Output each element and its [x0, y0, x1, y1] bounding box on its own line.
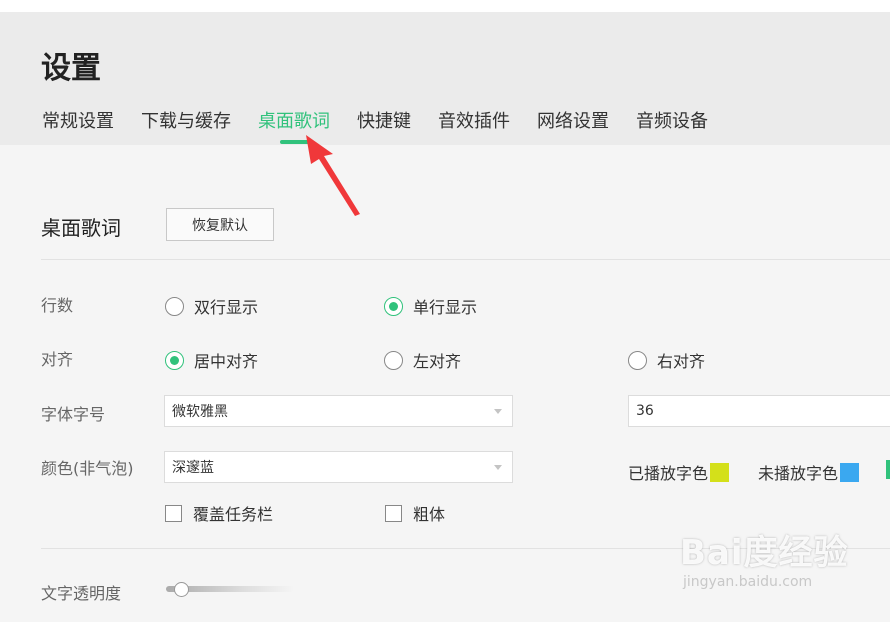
checkbox-icon [165, 504, 182, 522]
radio-checked-icon [165, 350, 184, 370]
tab-download-cache[interactable]: 下载与缓存 [141, 107, 231, 133]
played-color-label: 已播放字色 [628, 464, 709, 483]
radio-single-line[interactable]: 单行显示 [384, 294, 477, 318]
annotation-arrow-icon [306, 135, 360, 216]
radio-align-right[interactable]: 右对齐 [628, 348, 705, 372]
played-color-item: 已播放字色 [628, 460, 730, 484]
checkbox-bold[interactable]: 粗体 [385, 501, 445, 525]
played-color-swatch[interactable] [710, 462, 730, 482]
radio-circle-icon [384, 350, 403, 370]
radio-label: 居中对齐 [194, 352, 259, 371]
tab-network[interactable]: 网络设置 [537, 107, 609, 133]
tab-audio-device[interactable]: 音频设备 [636, 107, 708, 133]
checkbox-label: 粗体 [413, 505, 446, 524]
radio-label: 双行显示 [194, 298, 259, 317]
color-scheme-value: 深邃蓝 [172, 460, 214, 476]
radio-circle-icon [628, 350, 647, 370]
unplayed-color-item: 未播放字色 [758, 460, 860, 484]
radio-double-line[interactable]: 双行显示 [165, 294, 258, 318]
unplayed-color-swatch[interactable] [840, 462, 860, 482]
watermark: Bai度经验 jingyan.baidu.com [680, 525, 849, 590]
chevron-down-icon [494, 465, 502, 470]
watermark-logo: Bai度经验 [680, 533, 849, 573]
extra-color-swatch[interactable] [886, 460, 890, 479]
radio-label: 左对齐 [413, 352, 462, 371]
font-size-value: 36 [636, 403, 654, 419]
radio-label: 单行显示 [413, 298, 478, 317]
section-title: 桌面歌词 [41, 216, 121, 240]
radio-label: 右对齐 [657, 352, 706, 371]
chevron-down-icon [494, 409, 502, 414]
unplayed-color-label: 未播放字色 [758, 464, 839, 483]
opacity-label: 文字透明度 [41, 584, 122, 603]
checkbox-label: 覆盖任务栏 [193, 505, 274, 524]
radio-checked-icon [384, 296, 403, 316]
align-label: 对齐 [41, 350, 74, 369]
color-label: 颜色(非气泡) [41, 459, 134, 478]
radio-circle-icon [165, 296, 184, 316]
radio-align-left[interactable]: 左对齐 [384, 348, 461, 372]
font-family-value: 微软雅黑 [172, 404, 228, 420]
lines-label: 行数 [41, 296, 74, 315]
tab-audio-plugins[interactable]: 音效插件 [438, 107, 510, 133]
checkbox-cover-taskbar[interactable]: 覆盖任务栏 [165, 501, 273, 525]
page-title: 设置 [41, 51, 101, 86]
tab-general[interactable]: 常规设置 [42, 107, 114, 133]
section-divider [41, 259, 890, 260]
radio-align-center[interactable]: 居中对齐 [165, 348, 258, 372]
watermark-url: jingyan.baidu.com [683, 574, 813, 590]
font-label: 字体字号 [41, 405, 106, 424]
font-size-select[interactable]: 36 [628, 395, 890, 427]
font-family-select[interactable]: 微软雅黑 [164, 395, 513, 427]
color-scheme-select[interactable]: 深邃蓝 [164, 451, 513, 483]
checkbox-icon [385, 504, 402, 522]
opacity-slider-thumb[interactable] [174, 582, 189, 597]
reset-default-button[interactable]: 恢复默认 [166, 208, 274, 241]
